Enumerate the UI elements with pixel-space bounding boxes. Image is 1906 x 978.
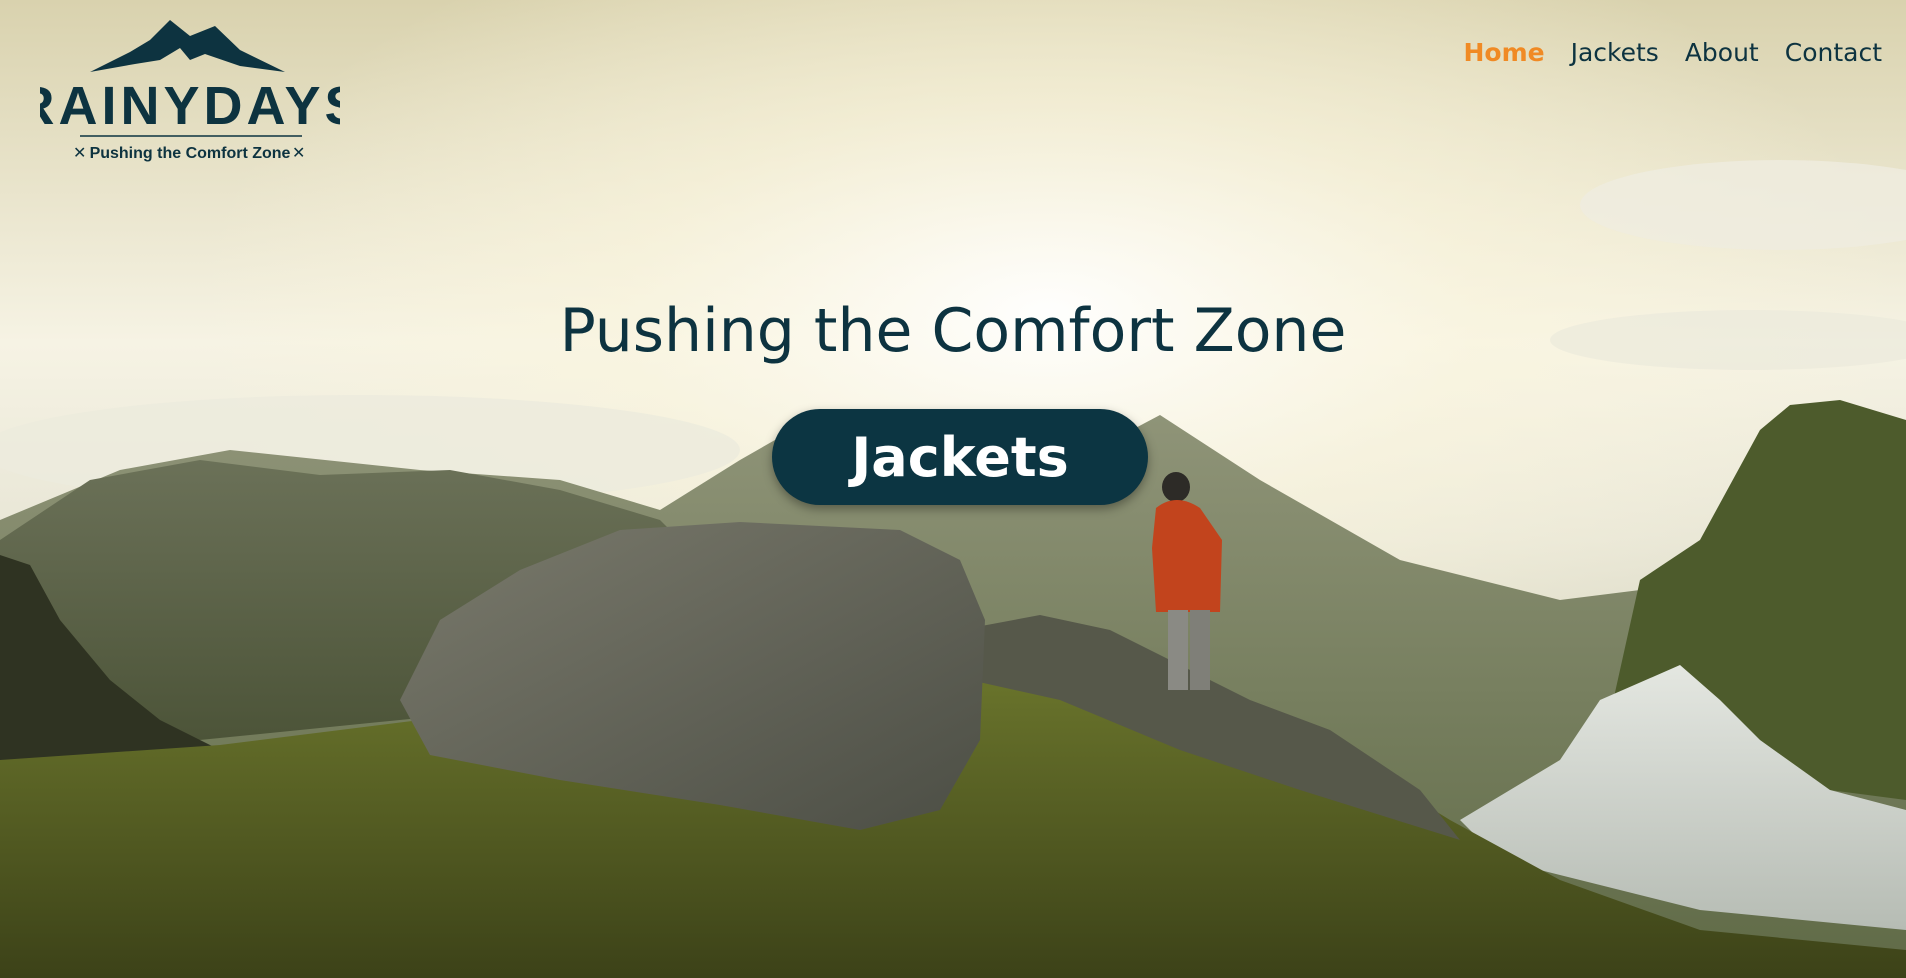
brand-name: RAINYDAYS [40,76,340,136]
jackets-cta-button[interactable]: Jackets [772,409,1148,505]
brand-logo[interactable]: RAINYDAYS ✕ Pushing the Comfort Zone ✕ [40,16,340,176]
hero-headline: Pushing the Comfort Zone [559,296,1347,366]
nav-link-contact[interactable]: Contact [1785,38,1882,67]
main-navigation: Home Jackets About Contact [1463,38,1882,67]
mountain-logo-icon: RAINYDAYS ✕ Pushing the Comfort Zone ✕ [40,20,340,162]
nav-link-about[interactable]: About [1685,38,1759,67]
logo-tagline: Pushing the Comfort Zone [90,145,291,162]
nav-link-home[interactable]: Home [1463,38,1544,67]
nav-link-jackets[interactable]: Jackets [1571,38,1659,67]
logo-cross-right-icon: ✕ [292,145,305,162]
hero-section: RAINYDAYS ✕ Pushing the Comfort Zone ✕ H… [0,0,1906,978]
logo-cross-left-icon: ✕ [73,145,86,162]
